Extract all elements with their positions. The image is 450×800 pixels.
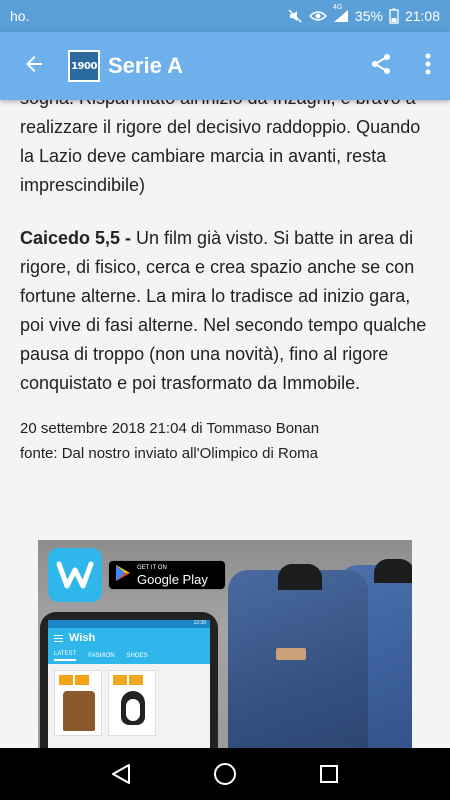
back-button[interactable] — [0, 32, 68, 100]
phone-tab: LATEST — [54, 651, 77, 661]
site-logo-text: 1900 — [71, 60, 97, 72]
jacket-image — [63, 691, 95, 731]
price-tag — [59, 675, 73, 685]
nav-home-button[interactable] — [213, 762, 237, 786]
article-paragraph: Caicedo 5,5 - Un film già visto. Si batt… — [20, 224, 430, 398]
more-options-button[interactable] — [406, 32, 450, 100]
article-meta: 20 settembre 2018 21:04 di Tommaso Bonan… — [20, 416, 430, 466]
phone-tabs: LATEST FASHION SHOES — [48, 648, 210, 664]
shirt-badge — [276, 648, 306, 660]
status-icons: 4G 35% 21:08 — [287, 4, 440, 24]
advertisement-banner[interactable]: GET IT ON Google Play 12:30 Wish LATEST F… — [38, 540, 412, 760]
mute-icon — [287, 8, 303, 24]
clock-text: 21:08 — [404, 8, 440, 24]
site-logo: 1900 — [68, 50, 100, 82]
article-source: fonte: Dal nostro inviato all'Olimpico d… — [20, 445, 318, 462]
phone-tab: FASHION — [88, 653, 115, 659]
article-paragraph: sogna. Risparmiato all'inizio da Inzaghi… — [20, 88, 421, 195]
wish-logo-icon — [48, 548, 102, 602]
product-card — [54, 670, 102, 736]
signal-icon: 4G — [333, 4, 349, 23]
mannequin-collar — [374, 559, 412, 583]
phone-screen: 12:30 Wish LATEST FASHION SHOES — [48, 620, 210, 760]
app-title: Serie A — [108, 53, 184, 78]
phone-app-bar: Wish — [48, 628, 210, 648]
mannequin-collar — [278, 564, 322, 590]
google-play-icon — [115, 564, 131, 587]
nav-recents-button[interactable] — [319, 764, 339, 784]
more-vert-icon — [425, 53, 431, 80]
penguin-image — [121, 691, 145, 725]
network-type: 4G — [332, 4, 343, 11]
app-bar: 1900 Serie A — [0, 32, 450, 100]
phone-product-grid — [48, 664, 210, 742]
arrow-left-icon — [22, 52, 46, 81]
price-tag — [129, 675, 143, 685]
battery-text: 35% — [354, 8, 383, 24]
share-icon — [369, 52, 393, 81]
status-bar: ho. 4G 35% 21:08 — [0, 0, 450, 32]
google-play-badge[interactable]: GET IT ON Google Play — [108, 560, 226, 590]
battery-icon — [389, 8, 399, 24]
circle-home-icon — [214, 763, 236, 785]
phone-mockup: 12:30 Wish LATEST FASHION SHOES — [40, 612, 218, 760]
triangle-back-icon — [112, 764, 130, 784]
phone-tab: SHOES — [126, 653, 148, 659]
article-date-author: 20 settembre 2018 21:04 di Tommaso Bonan — [20, 420, 320, 437]
share-button[interactable] — [356, 32, 406, 100]
player-comment: Un film già visto. Si batte in area di r… — [20, 228, 427, 393]
shirt-image — [228, 570, 368, 760]
phone-status-time: 12:30 — [48, 620, 210, 628]
phone-brand: Wish — [69, 632, 96, 644]
eye-icon — [308, 9, 327, 23]
square-recents-icon — [320, 765, 338, 783]
carrier-text: ho. — [10, 8, 30, 24]
nav-back-button[interactable] — [111, 763, 131, 785]
hamburger-icon — [54, 634, 63, 642]
player-rating: Caicedo 5,5 - — [20, 228, 132, 248]
gplay-big-text: Google Play — [137, 572, 208, 587]
price-tag — [113, 675, 127, 685]
product-card — [108, 670, 156, 736]
system-nav-bar — [0, 748, 450, 800]
price-tag — [75, 675, 89, 685]
